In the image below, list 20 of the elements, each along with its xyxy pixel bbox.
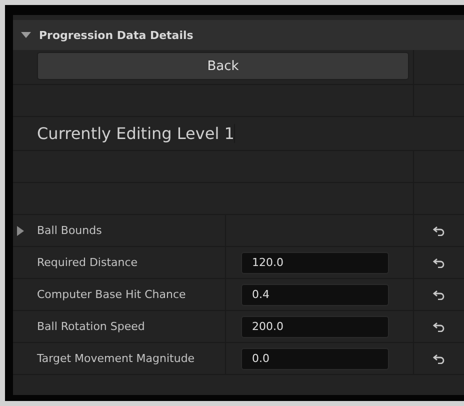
property-label: Required Distance xyxy=(37,256,138,269)
reset-icon[interactable] xyxy=(433,226,445,236)
level-heading: Currently Editing Level 1 xyxy=(13,124,236,143)
reset-icon[interactable] xyxy=(433,258,445,268)
property-label: Target Movement Magnitude xyxy=(37,352,195,365)
panel-title: Progression Data Details xyxy=(39,28,194,42)
reset-icon[interactable] xyxy=(433,354,445,364)
value-field[interactable]: 0.4 xyxy=(241,284,389,306)
expand-arrow-icon[interactable] xyxy=(17,226,24,236)
value-field[interactable]: 200.0 xyxy=(241,316,389,338)
property-label: Ball Rotation Speed xyxy=(37,320,145,333)
property-label: Computer Base Hit Chance xyxy=(37,288,186,301)
panel-header[interactable]: Progression Data Details xyxy=(13,20,464,50)
back-button[interactable]: Back xyxy=(37,52,409,80)
value-field[interactable]: 120.0 xyxy=(241,252,389,274)
property-label: Ball Bounds xyxy=(37,224,102,237)
reset-icon[interactable] xyxy=(433,322,445,332)
expand-arrow-icon[interactable] xyxy=(21,31,31,39)
reset-icon[interactable] xyxy=(433,290,445,300)
value-field[interactable]: 0.0 xyxy=(241,348,389,370)
